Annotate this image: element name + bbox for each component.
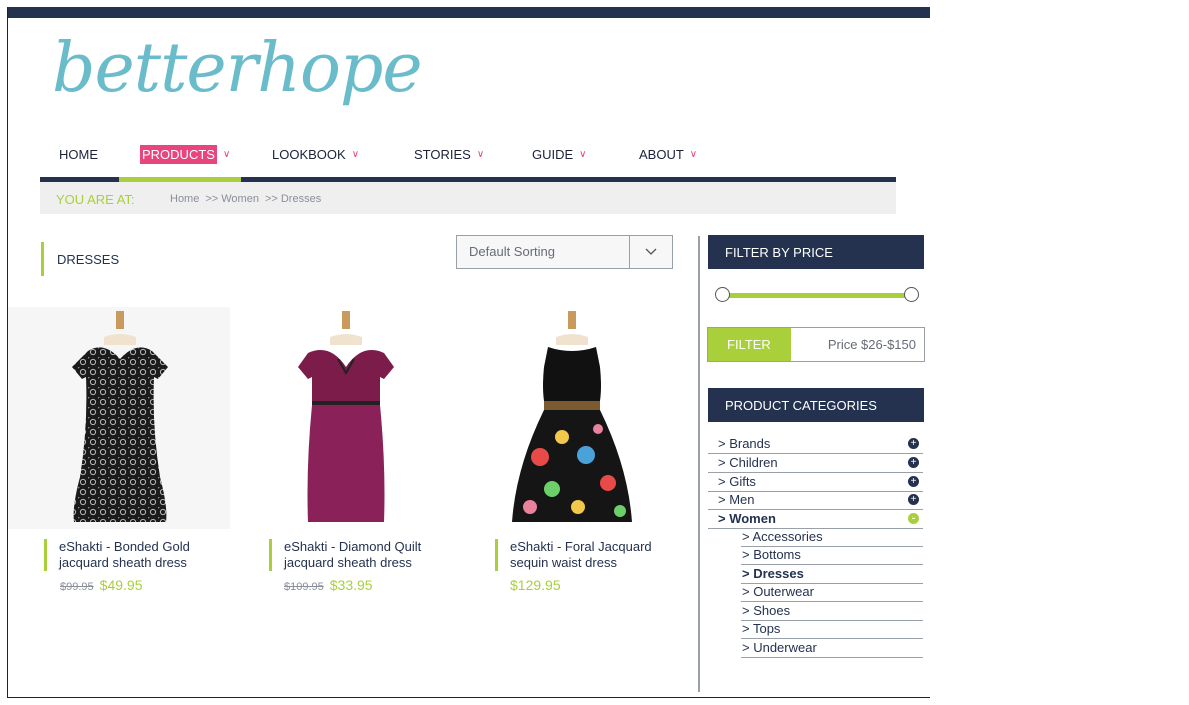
price-filter: FILTER Price $26-$150 (707, 327, 925, 362)
category-label: > Men (718, 492, 755, 507)
product-categories-heading: PRODUCT CATEGORIES (708, 388, 924, 422)
subcategory-outerwear[interactable]: > Outerwear (741, 583, 923, 602)
sale-price: $49.95 (99, 577, 143, 593)
main-nav: HOME PRODUCTS ∨ LOOKBOOK ∨ STORIES ∨ GUI… (40, 143, 896, 175)
product-title-line: eShakti - Diamond Quilt (284, 539, 422, 554)
product-title[interactable]: eShakti - Foral Jacquard sequin waist dr… (495, 539, 690, 571)
nav-stories[interactable]: STORIES ∨ (414, 143, 484, 165)
product-image-floral-jacquard[interactable] (460, 307, 682, 529)
price-slider-track[interactable] (722, 293, 912, 298)
price-slider-min-handle[interactable] (715, 287, 730, 302)
subcategory-label: > Dresses (742, 566, 804, 581)
subcategory-accessories[interactable]: > Accessories (741, 528, 923, 547)
nav-about-label: ABOUT (639, 146, 684, 162)
product-price: $129.95 (510, 577, 561, 593)
nav-stories-label: STORIES (414, 146, 471, 162)
product-title-line: jacquard sheath dress (59, 555, 187, 570)
category-gifts[interactable]: > Gifts + (708, 473, 923, 492)
breadcrumb-label: YOU ARE AT: (56, 192, 135, 207)
subcategory-label: > Underwear (742, 640, 817, 655)
product-title[interactable]: eShakti - Bonded Gold jacquard sheath dr… (44, 539, 239, 571)
product-title[interactable]: eShakti - Diamond Quilt jacquard sheath … (269, 539, 464, 571)
category-men[interactable]: > Men + (708, 491, 923, 510)
subcategory-label: > Outerwear (742, 584, 814, 599)
category-label: > Brands (718, 436, 771, 451)
category-women[interactable]: > Women - (708, 510, 923, 529)
old-price: $109.95 (284, 581, 324, 593)
subcategory-underwear[interactable]: > Underwear (741, 639, 923, 658)
subcategory-label: > Accessories (742, 529, 823, 544)
product-price: $109.95 $33.95 (284, 577, 373, 593)
breadcrumb-trail: Home >> Women >> Dresses (170, 193, 321, 205)
product-title-line: sequin waist dress (510, 555, 617, 570)
filter-button[interactable]: FILTER (708, 328, 791, 361)
expand-icon[interactable]: + (908, 494, 919, 505)
expand-icon[interactable]: + (908, 476, 919, 487)
chevron-down-icon: ∨ (579, 148, 587, 160)
top-bar (8, 7, 930, 18)
expand-icon[interactable]: + (908, 457, 919, 468)
page-frame: betterhope HOME PRODUCTS ∨ LOOKBOOK ∨ ST… (7, 7, 930, 698)
sort-select[interactable]: Default Sorting (456, 235, 673, 269)
page-title: DRESSES (41, 242, 119, 276)
nav-home[interactable]: HOME (59, 143, 98, 165)
category-label: > Women (718, 511, 776, 526)
product-image-bonded-gold[interactable] (8, 307, 230, 529)
breadcrumb-women[interactable]: >> Women (205, 193, 259, 205)
filter-by-price-heading: FILTER BY PRICE (708, 235, 924, 269)
old-price: $99.95 (60, 581, 94, 593)
nav-lookbook[interactable]: LOOKBOOK ∨ (272, 143, 359, 165)
subcategory-dresses[interactable]: > Dresses (741, 565, 923, 584)
chevron-down-icon: ∨ (689, 148, 698, 160)
product-image-diamond-quilt[interactable] (234, 307, 456, 529)
category-children[interactable]: > Children + (708, 454, 923, 473)
breadcrumb-dresses: >> Dresses (264, 193, 322, 205)
product-title-line: eShakti - Bonded Gold (59, 539, 190, 554)
subcategory-label: > Tops (742, 621, 781, 636)
collapse-icon[interactable]: - (908, 513, 919, 524)
subcategory-bottoms[interactable]: > Bottoms (741, 546, 923, 565)
nav-about[interactable]: ABOUT ∨ (639, 143, 697, 165)
chevron-down-icon: ∨ (476, 148, 485, 160)
nav-guide-label: GUIDE (532, 146, 574, 162)
nav-guide[interactable]: GUIDE ∨ (532, 143, 587, 165)
expand-icon[interactable]: + (908, 438, 919, 449)
product-price: $99.95 $49.95 (60, 577, 142, 593)
nav-home-label: HOME (59, 146, 98, 162)
site-logo[interactable]: betterhope (52, 29, 423, 108)
chevron-down-icon: ∨ (351, 148, 360, 160)
chevron-down-icon: ∨ (222, 148, 231, 160)
category-label: > Gifts (718, 474, 756, 489)
product-title-line: jacquard sheath dress (284, 555, 412, 570)
sort-dropdown-button[interactable] (629, 236, 672, 268)
subcategory-shoes[interactable]: > Shoes (741, 602, 923, 621)
chevron-down-icon (645, 248, 657, 255)
product-title-line: eShakti - Foral Jacquard (510, 539, 652, 554)
breadcrumb-home[interactable]: Home (170, 193, 199, 205)
subcategory-tops[interactable]: > Tops (741, 620, 923, 639)
nav-lookbook-label: LOOKBOOK (272, 146, 346, 162)
subcategory-label: > Shoes (742, 603, 791, 618)
category-brands[interactable]: > Brands + (708, 435, 923, 454)
sort-value: Default Sorting (469, 244, 555, 259)
breadcrumb: YOU ARE AT: Home >> Women >> Dresses (40, 182, 896, 214)
price-slider-max-handle[interactable] (904, 287, 919, 302)
subcategory-label: > Bottoms (742, 547, 801, 562)
sale-price: $129.95 (510, 577, 561, 593)
price-range-text: Price $26-$150 (827, 337, 916, 352)
nav-products-label: PRODUCTS (140, 144, 217, 164)
category-label: > Children (718, 455, 778, 470)
sidebar-divider (698, 236, 700, 692)
sale-price: $33.95 (329, 577, 373, 593)
nav-products[interactable]: PRODUCTS ∨ (140, 143, 230, 165)
